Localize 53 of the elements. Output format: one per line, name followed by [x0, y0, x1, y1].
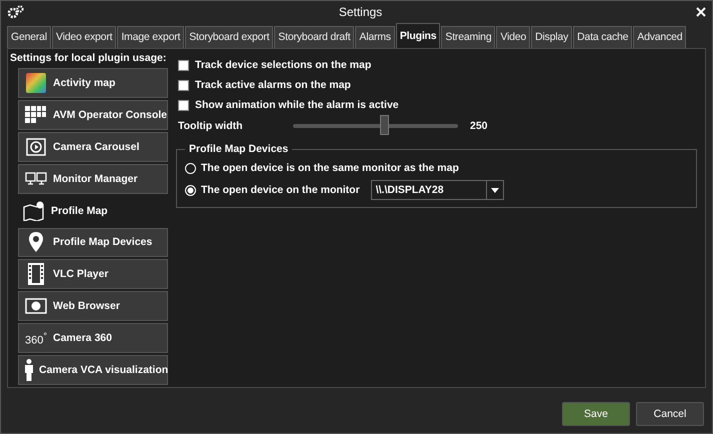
plugin-list-item[interactable]: Profile Map Devices	[18, 228, 168, 258]
icon-label: 360$^{°}$	[24, 330, 48, 348]
browser-globe-icon	[25, 298, 47, 314]
tab[interactable]: Storyboard export	[185, 26, 274, 48]
cancel-button[interactable]: Cancel	[636, 402, 704, 426]
close-icon[interactable]	[696, 7, 706, 17]
map-pin-icon	[23, 200, 45, 221]
monitors-icon	[25, 172, 47, 186]
radio-label: The open device is on the same monitor as the map	[201, 162, 459, 174]
window-title: Settings	[338, 5, 384, 19]
plugin-list-item[interactable]: Activity map	[18, 68, 168, 98]
slider-label: Tooltip width	[178, 120, 244, 132]
plugin-list-item[interactable]: Camera Carousel	[18, 132, 168, 162]
plugin-list-item[interactable]: 360$^{°}$ Camera 360	[18, 323, 168, 354]
group-title: Profile Map Devices	[188, 143, 290, 155]
checkbox[interactable]	[178, 80, 189, 90]
radio-button[interactable]	[185, 162, 196, 174]
plugin-list-item[interactable]: Camera VCA visualization	[18, 355, 168, 386]
checkbox[interactable]	[178, 60, 189, 70]
checkbox[interactable]	[178, 100, 189, 110]
film-strip-icon	[28, 263, 44, 286]
tab[interactable]: Video	[496, 26, 530, 48]
tab[interactable]: General	[7, 26, 51, 48]
section-heading: Settings for local plugin usage:	[10, 51, 166, 66]
plugin-list-item[interactable]: Monitor Manager	[18, 164, 168, 194]
slider-value: 250	[470, 120, 488, 132]
tab[interactable]: Streaming	[441, 26, 496, 48]
settings-icon	[7, 5, 25, 19]
tab[interactable]: Image export	[117, 26, 184, 48]
caret-icon	[490, 188, 499, 192]
save-button[interactable]: Save	[562, 402, 630, 426]
tab[interactable]: Storyboard draft	[274, 26, 354, 48]
video-wall-icon	[24, 106, 47, 124]
checkbox-label: Track active alarms on the map	[195, 79, 351, 91]
tab[interactable]: Video export	[52, 26, 116, 48]
color-grid-icon	[26, 72, 46, 93]
tab[interactable]: Plugins	[396, 23, 440, 48]
monitor-dropdown[interactable]: \\.\DISPLAY28	[370, 180, 504, 200]
plugin-list-item[interactable]: Web Browser	[18, 291, 168, 322]
slider-thumb[interactable]	[380, 115, 390, 135]
camera-carousel-icon	[26, 138, 46, 156]
tab[interactable]: Advanced	[633, 26, 686, 48]
plugin-list-item[interactable]: VLC Player	[18, 259, 168, 290]
location-pin-icon	[28, 231, 44, 254]
checkbox-label: Show animation while the alarm is active	[195, 99, 399, 111]
tab[interactable]: Display	[531, 26, 572, 48]
checkbox-label: Track device selections on the map	[195, 59, 372, 71]
tab[interactable]: Alarms	[355, 26, 395, 48]
tab[interactable]: Data cache	[573, 26, 632, 48]
plugin-list-item[interactable]: AVM Operator Console	[18, 100, 168, 130]
radio-button[interactable]	[185, 184, 196, 196]
person-icon	[24, 359, 34, 382]
radio-label: The open device on the monitor	[201, 184, 360, 196]
